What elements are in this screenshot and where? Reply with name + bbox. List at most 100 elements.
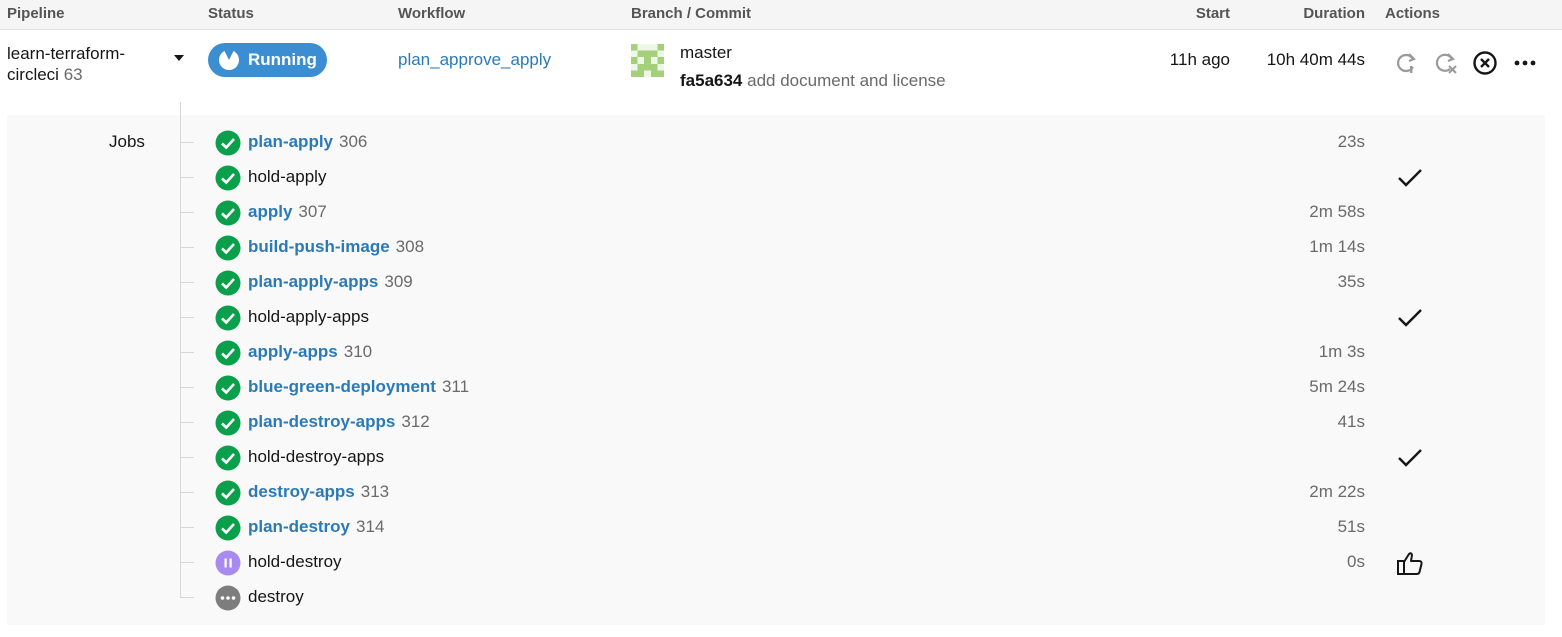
job-duration: 5m 24s (1309, 377, 1365, 396)
job-number: 311 (441, 377, 470, 396)
header-actions: Actions (1385, 5, 1441, 22)
tree-connector (180, 492, 194, 493)
job-number: 314 (356, 517, 385, 536)
job-duration: 0s (1347, 552, 1365, 571)
commit-sha[interactable]: fa5a634 (680, 71, 742, 90)
header-branch-commit: Branch / Commit (631, 5, 752, 22)
success-check-icon (215, 200, 241, 226)
job-duration: 23s (1337, 132, 1365, 151)
pipeline-row: learn-terraform- circleci 63 Running pla… (0, 30, 1562, 102)
more-icon[interactable] (1512, 50, 1538, 76)
not-run-dots-icon (215, 585, 241, 611)
job-row: hold-destroy 0s (0, 545, 1562, 580)
expand-chevron-icon[interactable] (174, 55, 184, 61)
success-check-icon (215, 305, 241, 331)
approve-thumbs-up-icon[interactable] (1396, 550, 1424, 576)
pipeline-name-line1: learn-terraform- (7, 44, 126, 63)
job-number: 308 (395, 237, 425, 256)
job-name[interactable]: plan-apply 306 (248, 132, 367, 152)
job-row: plan-destroy-apps 312 41s (0, 405, 1562, 440)
tree-connector (180, 177, 194, 178)
job-row: hold-destroy-apps (0, 440, 1562, 475)
job-name[interactable]: apply 307 (248, 202, 327, 222)
approved-check-icon (1398, 169, 1422, 187)
job-name-label: blue-green-deployment (248, 377, 436, 396)
running-icon (219, 50, 239, 70)
job-name-label: apply (248, 202, 293, 221)
success-check-icon (215, 270, 241, 296)
job-name-label: destroy (248, 587, 304, 606)
job-number: 313 (360, 482, 390, 501)
success-check-icon (215, 130, 241, 156)
success-check-icon (215, 515, 241, 541)
header-workflow: Workflow (398, 5, 466, 22)
branch-name[interactable]: master (680, 43, 732, 63)
job-row: apply-apps 310 1m 3s (0, 335, 1562, 370)
job-name-label: plan-apply (248, 132, 334, 151)
success-check-icon (215, 410, 241, 436)
workflow-link[interactable]: plan_approve_apply (398, 50, 551, 70)
cancel-icon[interactable] (1472, 50, 1498, 76)
job-name[interactable]: apply-apps 310 (248, 342, 372, 362)
job-duration: 2m 58s (1309, 202, 1365, 221)
job-duration: 2m 22s (1309, 482, 1365, 501)
tree-connector (180, 527, 194, 528)
commit-info: fa5a634 add document and license (680, 71, 946, 91)
job-name[interactable]: plan-destroy-apps 312 (248, 412, 430, 432)
job-name: hold-destroy (248, 552, 342, 572)
job-row: plan-destroy 314 51s (0, 510, 1562, 545)
job-duration: 41s (1337, 412, 1365, 431)
job-number: 312 (401, 412, 430, 431)
header-duration: Duration (1303, 5, 1365, 22)
pipeline-name[interactable]: learn-terraform- circleci 63 (7, 43, 125, 85)
header-pipeline: Pipeline (7, 5, 65, 22)
job-name-label: destroy-apps (248, 482, 355, 501)
on-hold-pause-icon (215, 550, 241, 576)
header-start: Start (1195, 5, 1230, 22)
job-name[interactable]: plan-apply-apps 309 (248, 272, 413, 292)
job-name-label: plan-destroy (248, 517, 351, 536)
job-name-label: plan-apply-apps (248, 272, 379, 291)
job-row: plan-apply 306 23s (0, 125, 1562, 160)
pipeline-duration: 10h 40m 44s (1266, 50, 1365, 69)
job-name-label: build-push-image (248, 237, 390, 256)
status-label: Running (248, 50, 317, 69)
tree-connector (180, 247, 194, 248)
header-status: Status (208, 5, 254, 22)
tree-connector (180, 597, 194, 598)
success-check-icon (215, 480, 241, 506)
tree-connector (180, 387, 194, 388)
success-check-icon (215, 375, 241, 401)
job-name[interactable]: blue-green-deployment 311 (248, 377, 469, 397)
job-row: build-push-image 308 1m 14s (0, 230, 1562, 265)
job-name[interactable]: build-push-image 308 (248, 237, 424, 257)
job-name[interactable]: plan-destroy 314 (248, 517, 384, 537)
job-row: hold-apply-apps (0, 300, 1562, 335)
job-duration: 1m 3s (1318, 342, 1365, 361)
table-header: Pipeline Status Workflow Branch / Commit… (0, 0, 1562, 30)
job-row: blue-green-deployment 311 5m 24s (0, 370, 1562, 405)
job-name: hold-destroy-apps (248, 447, 384, 467)
job-name: destroy (248, 587, 304, 607)
job-number: 307 (298, 202, 327, 221)
success-check-icon (215, 340, 241, 366)
job-row: plan-apply-apps 309 35s (0, 265, 1562, 300)
tree-connector (180, 562, 194, 563)
job-name-label: hold-apply-apps (248, 307, 369, 326)
job-duration: 51s (1337, 517, 1365, 536)
job-row: hold-apply (0, 160, 1562, 195)
job-name[interactable]: destroy-apps 313 (248, 482, 389, 502)
rerun-icon[interactable] (1393, 50, 1419, 76)
job-number: 310 (343, 342, 373, 361)
job-number: 309 (384, 272, 413, 291)
job-name-label: hold-apply (248, 167, 327, 186)
pipeline-name-line2: circleci (7, 65, 59, 84)
approved-check-icon (1398, 449, 1422, 467)
success-check-icon (215, 165, 241, 191)
tree-connector (180, 457, 194, 458)
job-name: hold-apply (248, 167, 326, 187)
tree-connector (180, 352, 194, 353)
rerun-failed-icon[interactable] (1432, 50, 1458, 76)
tree-connector (180, 212, 194, 213)
success-check-icon (215, 235, 241, 261)
